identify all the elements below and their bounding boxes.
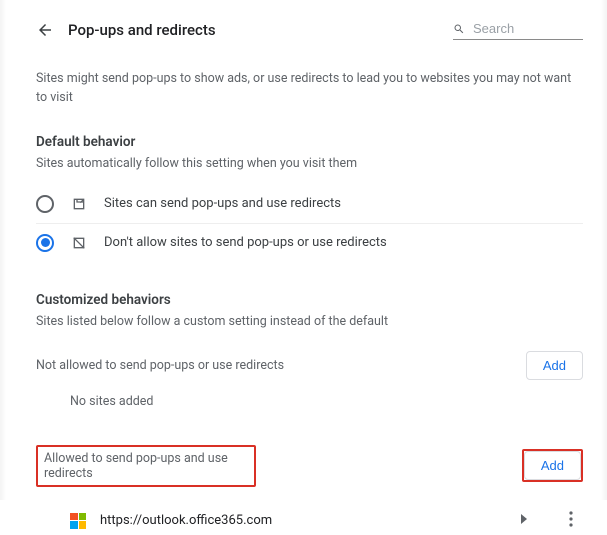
radio-option-allow[interactable]: Sites can send pop-ups and use redirects: [36, 185, 583, 224]
default-behavior-title: Default behavior: [36, 134, 583, 150]
blocked-external-icon: [70, 234, 88, 252]
customized-title: Customized behaviors: [36, 292, 583, 308]
page-title: Pop-ups and redirects: [68, 21, 216, 39]
radio-label: Don't allow sites to send pop-ups or use…: [104, 235, 387, 250]
add-allowed-button[interactable]: Add: [524, 451, 581, 480]
not-allowed-label: Not allowed to send pop-ups or use redir…: [36, 358, 518, 373]
open-external-icon: [70, 195, 88, 213]
kebab-icon: [569, 511, 573, 527]
search-icon: [453, 22, 465, 36]
back-button[interactable]: [36, 21, 54, 39]
microsoft-icon: [70, 513, 86, 529]
site-menu-button[interactable]: [563, 511, 579, 531]
radio-option-block[interactable]: Don't allow sites to send pop-ups or use…: [36, 224, 583, 262]
site-url: https://outlook.office365.com: [100, 513, 497, 528]
search-input[interactable]: [471, 20, 583, 37]
radio-icon-selected: [36, 234, 54, 252]
chevron-right-icon: [521, 514, 529, 524]
default-behavior-subtitle: Sites automatically follow this setting …: [36, 156, 583, 171]
no-sites-text: No sites added: [70, 394, 583, 409]
customized-subtitle: Sites listed below follow a custom setti…: [36, 314, 583, 329]
add-not-allowed-button[interactable]: Add: [526, 351, 583, 380]
radio-icon: [36, 195, 54, 213]
arrow-left-icon: [36, 21, 54, 39]
intro-text: Sites might send pop-ups to show ads, or…: [36, 70, 583, 108]
search-field[interactable]: [453, 20, 583, 40]
radio-label: Sites can send pop-ups and use redirects: [104, 196, 341, 211]
site-details-button[interactable]: [511, 513, 539, 528]
allowed-label: Allowed to send pop-ups and use redirect…: [44, 451, 248, 481]
allowed-site-row[interactable]: https://outlook.office365.com: [36, 501, 583, 535]
